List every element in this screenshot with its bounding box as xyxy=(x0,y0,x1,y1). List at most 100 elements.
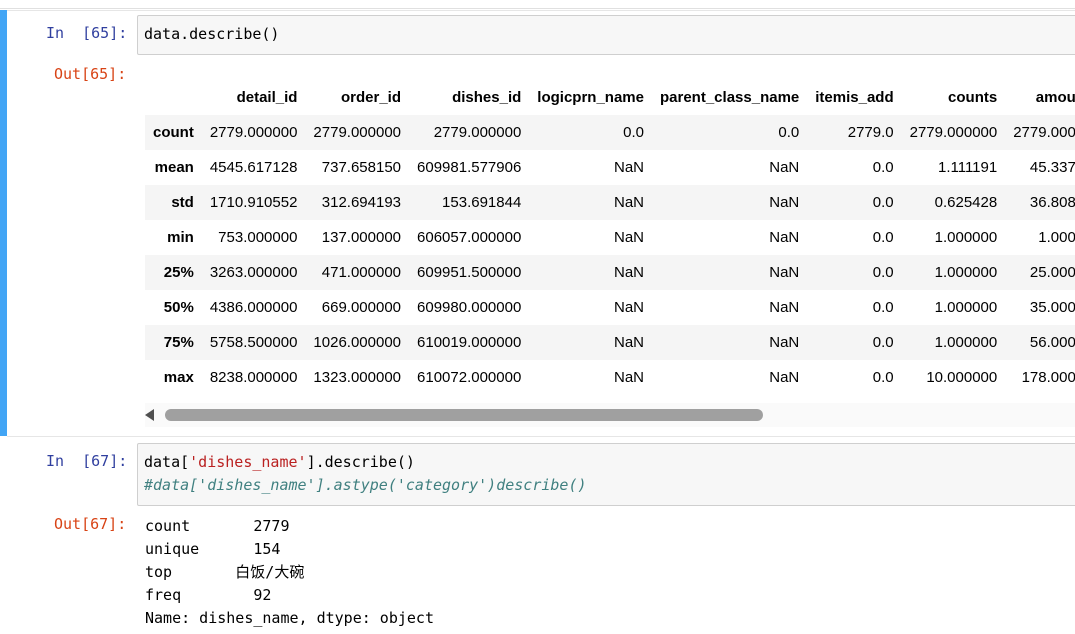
table-cell: 0.0 xyxy=(872,194,894,211)
column-header: detail_id xyxy=(236,88,298,106)
table-header-row: detail_id order_id dishes_id logicprn_name p… xyxy=(145,79,1075,115)
column-header: logicprn_name xyxy=(537,88,644,106)
row-index-label: max xyxy=(163,369,194,386)
table-cell: NaN xyxy=(613,264,644,281)
table-cell: 2779.000000 xyxy=(209,124,298,141)
text-output: count 2779 unique 154 top 白饭/大碗 freq 92 Name… xyxy=(145,515,434,630)
table-cell: 4545.617128 xyxy=(209,159,298,176)
output-line: freq 92 xyxy=(145,586,272,604)
row-index-label: std xyxy=(171,194,194,211)
output-line: Name: dishes_name, dtype: object xyxy=(145,609,434,627)
column-header: amou xyxy=(1035,88,1075,106)
table-row: 75% 5758.500000 1026.000000 610019.000000 Na… xyxy=(145,325,1075,360)
table-cell: 669.000000 xyxy=(321,299,402,316)
table-cell: 56.000 xyxy=(1029,334,1075,351)
table-cell: 0.0 xyxy=(872,369,894,386)
table-cell: 753.000000 xyxy=(218,229,298,246)
table-cell: NaN xyxy=(769,334,800,351)
table-cell: 1.000000 xyxy=(934,299,998,316)
scroll-thumb[interactable] xyxy=(165,409,763,421)
table-cell: 25.000 xyxy=(1029,264,1075,281)
row-index-label: min xyxy=(167,229,194,246)
table-cell: 0.0 xyxy=(872,299,894,316)
table-row: 50% 4386.000000 669.000000 609980.000000 NaN… xyxy=(145,290,1075,325)
table-cell: 1.000 xyxy=(1038,229,1075,246)
table-cell: 0.0 xyxy=(872,229,894,246)
table-row: count 2779.000000 2779.000000 2779.000000 0.… xyxy=(145,115,1075,150)
table-cell: 609951.500000 xyxy=(417,264,522,281)
table-cell: 471.000000 xyxy=(321,264,402,281)
code-line-1: data['dishes_name'].describe() xyxy=(144,453,415,471)
cell-selection-bar xyxy=(0,10,7,436)
code-token: ].describe() xyxy=(306,453,415,471)
row-index-label: count xyxy=(153,124,194,141)
table-cell: 178.000 xyxy=(1021,369,1075,386)
table-cell: NaN xyxy=(613,369,644,386)
table-cell: 3263.000000 xyxy=(209,264,298,281)
column-header: dishes_id xyxy=(452,88,522,106)
describe-table: detail_id order_id dishes_id logicprn_name p… xyxy=(145,79,1075,391)
output-line: top 白饭/大碗 xyxy=(145,563,305,581)
horizontal-scrollbar[interactable] xyxy=(145,403,1075,427)
table-row: std 1710.910552 312.694193 153.691844 NaN NaN… xyxy=(145,185,1075,220)
table-cell: 0.0 xyxy=(778,124,800,141)
table-cell: 606057.000000 xyxy=(417,229,522,246)
table-cell: NaN xyxy=(613,159,644,176)
table-cell: NaN xyxy=(769,159,800,176)
table-cell: 1026.000000 xyxy=(313,334,402,351)
column-header: counts xyxy=(948,88,998,106)
table-cell: NaN xyxy=(613,194,644,211)
code-comment-line: #data['dishes_name'].astype('category')d… xyxy=(144,476,587,494)
output-line: unique 154 xyxy=(145,540,281,558)
table-cell: 1710.910552 xyxy=(209,194,298,211)
table-row: mean 4545.617128 737.658150 609981.577906 Na… xyxy=(145,150,1075,185)
table-cell: 1.000000 xyxy=(934,334,998,351)
table-cell: 312.694193 xyxy=(321,194,402,211)
row-index-label: 75% xyxy=(163,334,194,351)
table-cell: 8238.000000 xyxy=(209,369,298,386)
table-row: max 8238.000000 1323.000000 610072.000000 Na… xyxy=(145,360,1075,391)
table-cell: NaN xyxy=(769,264,800,281)
column-header: itemis_add xyxy=(815,88,894,106)
table-cell: 36.808 xyxy=(1029,194,1075,211)
row-index-label: 50% xyxy=(163,299,194,316)
table-cell: NaN xyxy=(613,299,644,316)
table-cell: 609980.000000 xyxy=(417,299,522,316)
index-header xyxy=(145,79,202,115)
column-header: parent_class_name xyxy=(660,88,800,106)
in-prompt-67: In [67]: xyxy=(46,452,128,470)
table-cell: 0.625428 xyxy=(934,194,998,211)
out-prompt-65: Out[65]: xyxy=(54,65,127,83)
table-cell: 0.0 xyxy=(623,124,644,141)
table-cell: 609981.577906 xyxy=(417,159,522,176)
dataframe-output: detail_id order_id dishes_id logicprn_name p… xyxy=(145,79,1075,391)
code-input-67[interactable]: data['dishes_name'].describe() #data['di… xyxy=(137,443,1075,506)
code-input-65[interactable]: data.describe() xyxy=(137,15,1075,55)
table-cell: 10.000000 xyxy=(926,369,998,386)
table-cell: 5758.500000 xyxy=(209,334,298,351)
table-cell: 2779.000000 xyxy=(909,124,998,141)
table-cell: 2779.000000 xyxy=(433,124,522,141)
table-cell: NaN xyxy=(613,334,644,351)
table-cell: NaN xyxy=(769,194,800,211)
table-cell: 1323.000000 xyxy=(313,369,402,386)
table-cell: 610072.000000 xyxy=(417,369,522,386)
table-cell: 1.000000 xyxy=(934,229,998,246)
table-cell: 0.0 xyxy=(872,334,894,351)
table-cell: 1.000000 xyxy=(934,264,998,281)
cell-separator xyxy=(0,8,1075,9)
table-cell: 0.0 xyxy=(872,159,894,176)
table-cell: 137.000000 xyxy=(321,229,402,246)
output-line: count 2779 xyxy=(145,517,290,535)
scroll-left-arrow-icon[interactable] xyxy=(145,409,154,421)
code-string-token: 'dishes_name' xyxy=(189,453,307,471)
in-prompt-65: In [65]: xyxy=(46,24,128,42)
table-cell: 45.337 xyxy=(1029,159,1075,176)
table-cell: 35.000 xyxy=(1029,299,1075,316)
row-index-label: 25% xyxy=(163,264,194,281)
table-cell: 2779.0 xyxy=(847,124,894,141)
table-cell: NaN xyxy=(769,229,800,246)
table-cell: 610019.000000 xyxy=(417,334,522,351)
column-header: order_id xyxy=(341,88,402,106)
table-cell: 153.691844 xyxy=(442,194,522,211)
